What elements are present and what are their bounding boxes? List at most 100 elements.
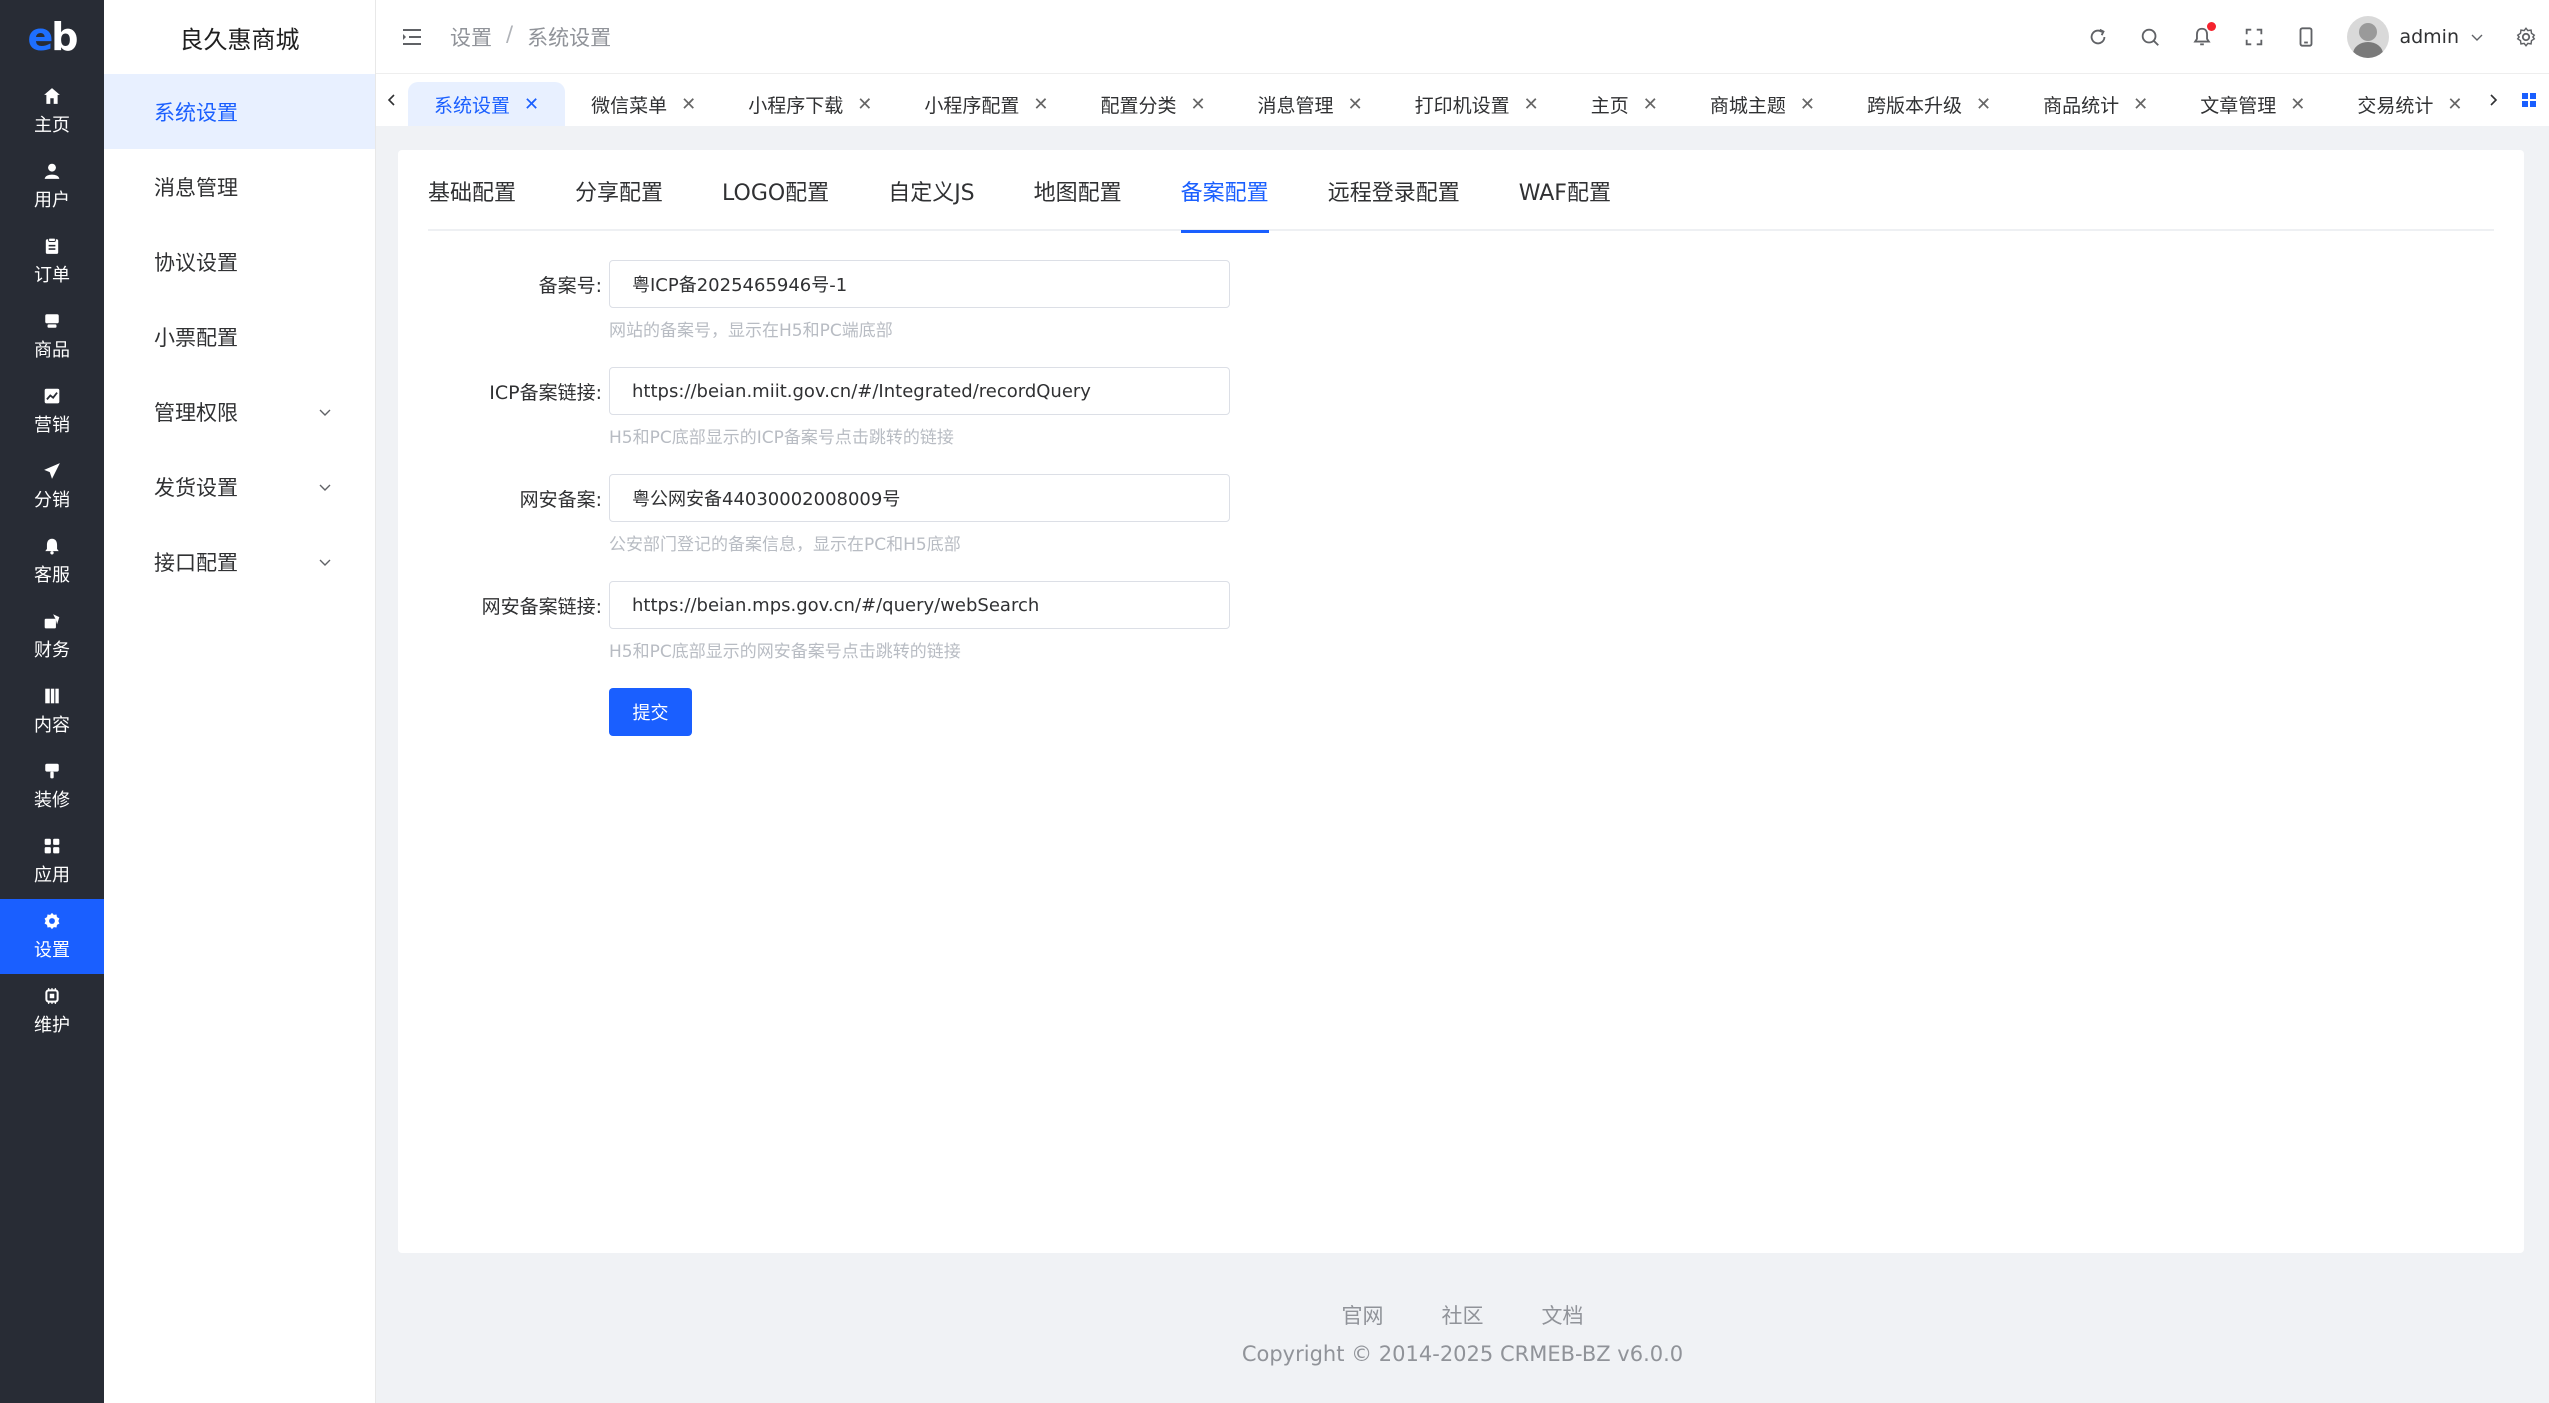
close-icon[interactable]: ✕	[1348, 94, 1363, 115]
username: admin	[2399, 25, 2459, 48]
tags-scroll-left[interactable]	[376, 74, 408, 126]
rail-item-apps[interactable]: 应用	[0, 824, 104, 899]
tag-config-category[interactable]: 配置分类 ✕	[1074, 82, 1231, 126]
brand-logo[interactable]: eb	[0, 0, 104, 74]
tag-wechat-menu[interactable]: 微信菜单 ✕	[565, 82, 722, 126]
tag-label: 系统设置	[434, 94, 511, 117]
police-record-link-input[interactable]	[609, 581, 1230, 629]
breadcrumb-item[interactable]: 设置	[450, 22, 492, 52]
rail-item-maintenance[interactable]: 维护	[0, 974, 104, 1049]
rail-item-distribution[interactable]: 分销	[0, 449, 104, 524]
tags-menu-button[interactable]	[2509, 74, 2549, 126]
submit-button[interactable]: 提交	[609, 688, 692, 736]
close-icon[interactable]: ✕	[1976, 94, 1991, 115]
rail-item-decoration[interactable]: 装修	[0, 749, 104, 824]
tab-share-config[interactable]: 分享配置	[575, 150, 663, 231]
notification-button[interactable]	[2191, 21, 2217, 48]
close-icon[interactable]: ✕	[524, 94, 539, 115]
refresh-icon[interactable]	[2087, 26, 2109, 48]
fullscreen-icon[interactable]	[2243, 26, 2265, 48]
tag-label: 交易统计	[2357, 94, 2434, 117]
gear-icon[interactable]	[2515, 26, 2537, 48]
tab-basic-config[interactable]: 基础配置	[428, 150, 516, 231]
submenu-item-label: 小票配置	[154, 325, 238, 350]
close-icon[interactable]: ✕	[1800, 94, 1815, 115]
rail-item-home[interactable]: 主页	[0, 74, 104, 149]
field-label: 网安备案:	[519, 488, 602, 511]
tag-miniapp-config[interactable]: 小程序配置 ✕	[898, 82, 1074, 126]
tag-article-management[interactable]: 文章管理 ✕	[2174, 82, 2331, 126]
submenu-item-shipping[interactable]: 发货设置	[104, 449, 375, 524]
tag-transaction-stats[interactable]: 交易统计 ✕	[2331, 82, 2477, 126]
home-icon	[44, 87, 60, 104]
form-row-submit: 提交	[398, 688, 1398, 795]
rail-item-content[interactable]: 内容	[0, 674, 104, 749]
rail-item-user[interactable]: 用户	[0, 149, 104, 224]
tab-logo-config[interactable]: LOGO配置	[722, 150, 829, 231]
store-name: 良久惠商城	[179, 25, 300, 54]
menu-toggle-icon[interactable]	[400, 25, 424, 49]
rail-item-settings[interactable]: 设置	[0, 899, 104, 974]
tab-remote-login-config[interactable]: 远程登录配置	[1328, 150, 1460, 231]
footer-link-docs[interactable]: 文档	[1542, 1300, 1584, 1330]
tag-message-management[interactable]: 消息管理 ✕	[1232, 82, 1389, 126]
send-icon	[44, 462, 60, 479]
close-icon[interactable]: ✕	[2447, 94, 2462, 115]
submenu-item-agreement[interactable]: 协议设置	[104, 224, 375, 299]
submenu-item-message[interactable]: 消息管理	[104, 149, 375, 224]
tag-label: 消息管理	[1257, 94, 1334, 117]
submenu-item-label: 发货设置	[154, 475, 238, 500]
submenu-item-permissions[interactable]: 管理权限	[104, 374, 375, 449]
tag-label: 小程序下载	[748, 94, 844, 117]
tag-version-upgrade[interactable]: 跨版本升级 ✕	[1841, 82, 2017, 126]
tags-scroll-right[interactable]	[2477, 74, 2509, 126]
chevron-left-icon	[387, 94, 395, 106]
close-icon[interactable]: ✕	[1190, 94, 1205, 115]
close-icon[interactable]: ✕	[1524, 94, 1539, 115]
mobile-icon[interactable]	[2295, 26, 2317, 48]
submenu-item-system-settings[interactable]: 系统设置	[104, 74, 375, 149]
tag-miniapp-download[interactable]: 小程序下载 ✕	[722, 82, 898, 126]
tag-label: 小程序配置	[924, 94, 1020, 117]
close-icon[interactable]: ✕	[2290, 94, 2305, 115]
rail-item-order[interactable]: 订单	[0, 224, 104, 299]
tab-map-config[interactable]: 地图配置	[1034, 150, 1122, 231]
content-card: 基础配置 分享配置 LOGO配置 自定义JS 地图配置 备案配置 远程登录配置 …	[398, 150, 2524, 1253]
rail-item-marketing[interactable]: 营销	[0, 374, 104, 449]
main-nav-rail: eb 主页 用户 订单 商品 营销 分销 客服 财务 内容 装修 应用 设置 维…	[0, 0, 104, 1403]
tag-store-theme[interactable]: 商城主题 ✕	[1684, 82, 1841, 126]
config-tabs: 基础配置 分享配置 LOGO配置 自定义JS 地图配置 备案配置 远程登录配置 …	[428, 150, 2494, 233]
close-icon[interactable]: ✕	[1033, 94, 1048, 115]
tab-custom-js[interactable]: 自定义JS	[888, 150, 974, 231]
rail-item-customer-service[interactable]: 客服	[0, 524, 104, 599]
user-menu[interactable]: admin	[2347, 15, 2485, 58]
tag-printer-settings[interactable]: 打印机设置 ✕	[1389, 82, 1565, 126]
tag-label: 打印机设置	[1414, 94, 1510, 117]
close-icon[interactable]: ✕	[2133, 94, 2148, 115]
submenu-item-receipt[interactable]: 小票配置	[104, 299, 375, 374]
close-icon[interactable]: ✕	[1643, 94, 1658, 115]
search-icon[interactable]	[2139, 26, 2161, 48]
close-icon[interactable]: ✕	[681, 94, 696, 115]
tags-list: 系统设置 ✕ 微信菜单 ✕ 小程序下载 ✕ 小程序配置 ✕ 配置分类 ✕ 消息管理 ✕ 打印…	[408, 74, 2477, 126]
icp-number-input[interactable]	[609, 260, 1230, 308]
tag-product-stats[interactable]: 商品统计 ✕	[2017, 82, 2174, 126]
tag-system-settings[interactable]: 系统设置 ✕	[408, 82, 566, 126]
close-icon[interactable]: ✕	[857, 94, 872, 115]
footer-links: 官网 社区 文档	[376, 1300, 2549, 1330]
icp-link-input[interactable]	[609, 367, 1230, 415]
submenu-item-api[interactable]: 接口配置	[104, 524, 375, 599]
footer-link-community[interactable]: 社区	[1442, 1300, 1484, 1330]
rail-item-label: 装修	[34, 789, 70, 811]
logo-letter-e: e	[27, 15, 54, 59]
tab-icp-config[interactable]: 备案配置	[1180, 150, 1269, 233]
rail-item-product[interactable]: 商品	[0, 299, 104, 374]
tab-waf-config[interactable]: WAF配置	[1519, 150, 1611, 231]
rail-item-finance[interactable]: 财务	[0, 599, 104, 674]
field-hint: 公安部门登记的备案信息，显示在PC和H5底部	[609, 535, 961, 555]
field-hint: H5和PC底部显示的ICP备案号点击跳转的链接	[609, 428, 954, 448]
police-record-input[interactable]	[609, 474, 1230, 522]
footer-link-official-site[interactable]: 官网	[1342, 1300, 1384, 1330]
logo-letter-b: b	[51, 15, 78, 59]
tag-home[interactable]: 主页 ✕	[1565, 82, 1684, 126]
